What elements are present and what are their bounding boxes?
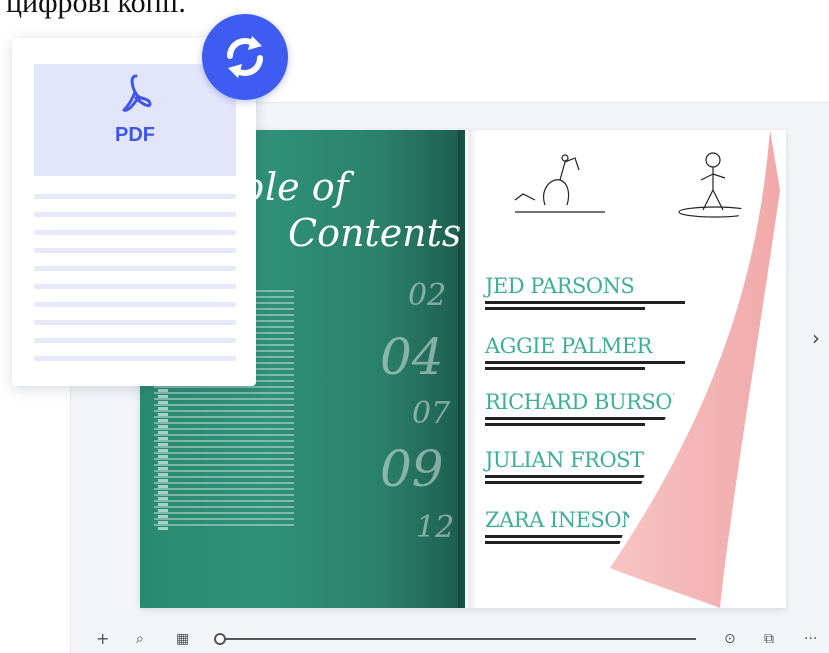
more-icon[interactable]: ··· xyxy=(804,630,817,648)
text-line xyxy=(34,284,236,289)
acrobat-icon xyxy=(122,74,152,112)
text-line xyxy=(34,338,236,343)
text-line xyxy=(34,356,236,361)
sync-button[interactable] xyxy=(202,14,288,100)
audio-icon[interactable]: ⊙ xyxy=(724,630,736,648)
text-line xyxy=(34,194,236,199)
search-icon[interactable]: ⌕ xyxy=(136,630,144,648)
text-line xyxy=(34,212,236,217)
toc-title-line2: Contents xyxy=(288,211,462,255)
viewer-toolbar: + ⌕ ▦ ⊙ ⧉ ··· xyxy=(92,626,829,652)
text-line xyxy=(34,320,236,325)
page-slider-knob[interactable] xyxy=(214,633,226,645)
page-slider-track[interactable] xyxy=(220,638,696,640)
thumbnails-icon[interactable]: ▦ xyxy=(176,630,189,648)
vertical-text xyxy=(158,370,168,530)
zoom-in-icon[interactable]: + xyxy=(96,630,109,648)
text-line xyxy=(34,248,236,253)
pdf-label: PDF xyxy=(115,124,155,146)
sync-icon xyxy=(227,36,263,78)
page-number: 02 xyxy=(408,278,447,313)
book-spine xyxy=(458,130,478,608)
page-curl[interactable] xyxy=(610,130,786,608)
text-line xyxy=(34,302,236,307)
caption-text: цифрові копії. xyxy=(6,0,186,19)
page-number: 09 xyxy=(380,440,444,498)
page-number: 04 xyxy=(380,328,444,386)
sketch-illustration xyxy=(514,154,605,213)
text-line xyxy=(34,230,236,235)
share-icon[interactable]: ⧉ xyxy=(764,630,774,648)
text-line xyxy=(34,266,236,271)
next-page-arrow[interactable]: › xyxy=(812,328,826,348)
